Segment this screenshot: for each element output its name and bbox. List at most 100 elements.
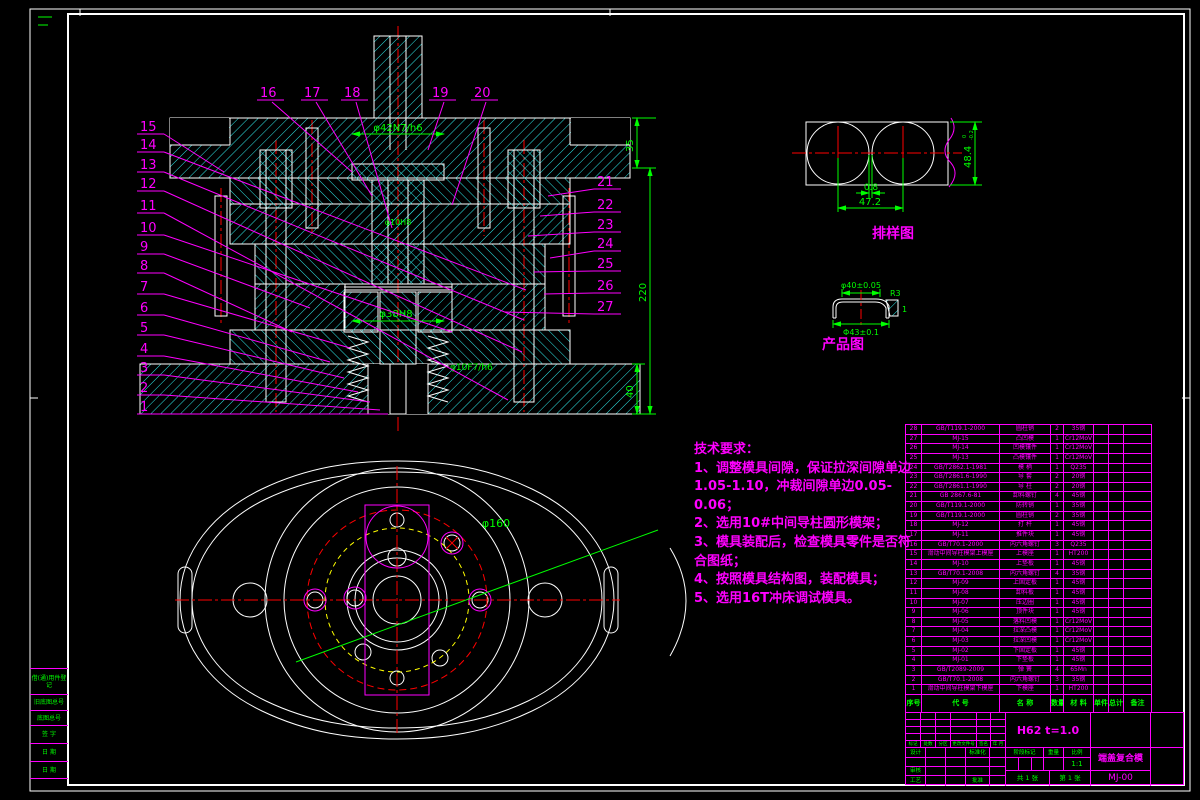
bom-cell — [1094, 550, 1109, 559]
dim-total-height: 220 — [638, 283, 649, 302]
bom-cell: Cr12MoV — [1064, 444, 1094, 453]
dim-bridge: 0.8 — [864, 183, 879, 193]
bom-cell: 3 — [906, 666, 922, 675]
bom-cell: MJ-09 — [922, 579, 1000, 588]
bom-cell — [1109, 656, 1124, 666]
dim-product-radius: R3 — [890, 289, 901, 298]
bom-cell: GB/T70.1-2008 — [922, 675, 1000, 685]
bom-cell: 20 — [906, 502, 922, 511]
bom-cell — [1109, 646, 1124, 656]
bom-cell: 落料凹模 — [1000, 617, 1051, 627]
bom-cell: GB/T2861.6-1990 — [922, 473, 1000, 482]
bom-cell — [1124, 444, 1151, 453]
tech-requirement-line: 4、按照模具结构图，装配模具； — [694, 572, 886, 588]
bom-cell — [1124, 637, 1151, 646]
bom-header-unit-weight: 单件 — [1094, 695, 1109, 712]
sign-design-label: 设计 — [906, 748, 926, 758]
scale-label: 比例 — [1064, 748, 1091, 758]
bom-cell: 15 — [906, 550, 922, 559]
bom-cell: MJ-08 — [922, 588, 1000, 598]
plan-view: φ160 — [175, 460, 687, 740]
bom-row: 5 MJ-02 下固定板 1 45钢 — [906, 646, 1151, 657]
bom-rows: 28 GB/T119.1-2000 圆柱销 2 35钢 27 MJ-15 凸凹模 1 Cr12Mo… — [906, 425, 1151, 695]
bom-cell — [1094, 521, 1109, 531]
bom-cell — [1124, 425, 1151, 434]
bom-cell: Cr12MoV — [1064, 617, 1094, 627]
bom-cell: 19 — [906, 511, 922, 521]
tech-requirement-line: 2、选用10#中间导柱圆形模架； — [694, 516, 889, 532]
bom-cell — [1109, 685, 1124, 694]
dim-top-height: 35 — [625, 139, 636, 152]
callout-number: 26 — [597, 279, 614, 294]
bom-cell — [1109, 531, 1124, 540]
bom-cell: MJ-14 — [922, 444, 1000, 453]
sheet-number: 第 1 张 — [1050, 771, 1091, 786]
bom-cell — [1094, 511, 1109, 521]
callout-number: 2 — [140, 381, 148, 396]
bom-row: 16 GB/T70.1-2000 内六角螺钉 3 Q235 — [906, 540, 1151, 551]
tech-requirement-line: 合图纸； — [694, 553, 747, 569]
bom-cell — [1094, 617, 1109, 627]
bom-cell — [1124, 473, 1151, 482]
bom-cell — [1109, 666, 1124, 675]
bom-cell: 1 — [1051, 627, 1064, 637]
callout-number: 15 — [140, 120, 157, 135]
callout-number: 7 — [140, 280, 148, 295]
bom-cell — [1094, 492, 1109, 502]
bom-cell — [1109, 482, 1124, 492]
bom-cell: 11 — [906, 588, 922, 598]
dim-punch-fit: φ10H8 — [385, 218, 412, 227]
left-margin-block-label: 借(通)用件登记 — [30, 669, 68, 695]
bom-cell: 1 — [1051, 463, 1064, 473]
callout-number: 4 — [140, 342, 148, 357]
bom-cell — [1124, 656, 1151, 665]
bom-cell: 35钢 — [1064, 511, 1094, 521]
bom-cell: 1 — [1051, 453, 1064, 463]
bom-cell: 1 — [1051, 444, 1064, 453]
bom-cell — [1124, 676, 1151, 685]
bom-cell — [1109, 473, 1124, 482]
bom-cell: 防转销 — [1000, 502, 1051, 511]
bom-cell: Cr12MoV — [1064, 637, 1094, 646]
bom-cell — [1124, 541, 1151, 550]
product-view: φ40±0.05 Φ43±0.1 R3 1 产品图 — [822, 281, 907, 353]
callout-number: 12 — [140, 177, 157, 192]
bom-row: 9 MJ-06 顶件块 1 45钢 — [906, 608, 1151, 618]
bom-cell — [1124, 512, 1151, 521]
callout-number: 18 — [344, 86, 361, 101]
bom-cell: 22 — [906, 482, 922, 492]
revision-column-label: 分区 — [936, 741, 951, 748]
bom-cell — [1109, 637, 1124, 646]
bom-cell — [1094, 608, 1109, 617]
left-margin-block-label: 日 期 — [30, 762, 68, 779]
bom-cell: 6 — [906, 637, 922, 646]
bom-row: 27 MJ-15 凸凹模 1 Cr12MoV — [906, 434, 1151, 445]
bom-row: 20 GB/T119.1-2000 防转销 1 35钢 — [906, 502, 1151, 512]
bom-cell: 导 柱 — [1000, 482, 1051, 492]
bom-cell: 45钢 — [1064, 521, 1094, 531]
revision-column-label: 更改文件号 — [951, 741, 977, 748]
bom-cell: 23 — [906, 473, 922, 482]
bom-header-name: 名 称 — [1000, 695, 1051, 712]
bom-cell — [1094, 531, 1109, 540]
callout-number: 5 — [140, 321, 148, 336]
tech-requirement-line: 1.05-1.10，冲裁间隙单边0.05-0.06； — [694, 479, 893, 513]
bom-cell — [1109, 588, 1124, 598]
bom-cell: 10 — [906, 598, 922, 608]
bom-row: 22 GB/T2861.1-1990 导 柱 2 20钢 — [906, 482, 1151, 493]
bom-cell — [1124, 464, 1151, 473]
bom-cell — [1094, 569, 1109, 579]
bom-cell: 1 — [1051, 646, 1064, 656]
bom-cell — [1094, 473, 1109, 482]
dim-bottom-height: 40 — [625, 385, 636, 398]
dim-strip-width-tol-upper: 0 — [962, 135, 968, 138]
bom-cell: 4 — [1051, 569, 1064, 579]
callout-number: 25 — [597, 257, 614, 272]
sign-process-label: 工艺 — [906, 776, 926, 786]
bom-cell — [1109, 598, 1124, 608]
bom-cell: 1 — [1051, 502, 1064, 511]
bom-cell — [1124, 608, 1151, 617]
bom-cell — [1094, 588, 1109, 598]
bom-row: 26 MJ-14 凹模镶件 1 Cr12MoV — [906, 444, 1151, 454]
bom-cell: 1 — [1051, 434, 1064, 444]
